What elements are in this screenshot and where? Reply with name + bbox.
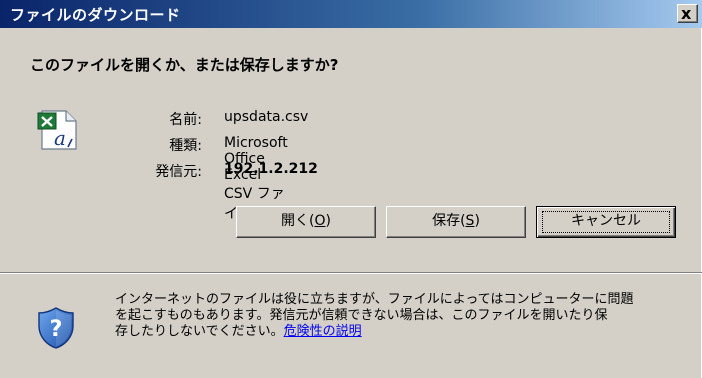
file-download-dialog: ファイルのダウンロード x このファイルを開くか、または保存しますか? a 名前… [0, 0, 702, 378]
close-icon: x [681, 4, 692, 23]
section-divider [0, 272, 702, 274]
warning-line-2: を起こすものもあります。発信元が信頼できない場合は、このファイルを開いたり保 [115, 308, 608, 323]
open-button[interactable]: 開く(O) [236, 206, 376, 238]
svg-text:?: ? [50, 317, 63, 342]
file-name-value: upsdata.csv [224, 109, 309, 125]
file-source-label: 発信元: [155, 164, 202, 180]
open-button-label-suffix: ) [325, 213, 331, 229]
svg-text:a: a [54, 126, 66, 150]
dialog-question: このファイルを開くか、または保存しますか? [30, 56, 339, 74]
security-warning-text: インターネットのファイルは役に立ちますが、ファイルによってはコンピューターに問題… [115, 292, 685, 340]
save-button[interactable]: 保存(S) [386, 206, 526, 238]
file-type-label: 種類: [169, 138, 202, 154]
excel-csv-file-icon: a [37, 110, 77, 150]
cancel-button[interactable]: キャンセル [536, 206, 676, 238]
security-shield-question-icon: ? [38, 307, 74, 349]
window-title: ファイルのダウンロード [10, 6, 181, 24]
save-button-label-suffix: ) [474, 213, 480, 229]
cancel-button-label: キャンセル [571, 213, 641, 229]
open-button-access-key: O [314, 213, 326, 229]
save-button-label: 保存( [432, 213, 466, 229]
warning-line-1: インターネットのファイルは役に立ちますが、ファイルによってはコンピューターに問題 [115, 292, 634, 307]
open-button-label: 開く( [281, 213, 315, 229]
risk-explanation-link[interactable]: 危険性の説明 [284, 324, 362, 339]
warning-line-3-text: 存したりしないでください。 [115, 324, 284, 339]
close-button[interactable]: x [677, 4, 698, 23]
title-bar[interactable]: ファイルのダウンロード x [0, 0, 702, 28]
file-name-label: 名前: [169, 112, 202, 128]
warning-line-3: 存したりしないでください。危険性の説明 [115, 324, 685, 340]
file-source-value: 192.1.2.212 [224, 161, 318, 177]
